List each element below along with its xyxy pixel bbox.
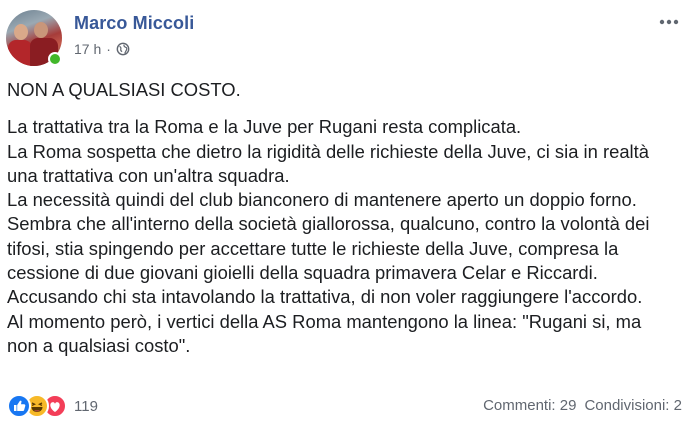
post-time[interactable]: 17 h: [74, 41, 101, 57]
post-line: Sembra che all'interno della società gia…: [7, 213, 650, 235]
post-line: Al momento però, i vertici della AS Roma…: [7, 310, 642, 332]
post-line: Accusando chi sta intavolando la trattat…: [7, 286, 643, 308]
meta-separator: ·: [106, 41, 111, 57]
post-headline: NON A QUALSIASI COSTO.: [7, 79, 241, 100]
post-line: La Roma sospetta che dietro la rigidità …: [7, 140, 649, 162]
more-options-icon[interactable]: [658, 14, 680, 30]
post-line: una trattativa con un'altra squadra.: [7, 164, 290, 186]
author-name[interactable]: Marco Miccoli: [74, 13, 194, 34]
globe-icon[interactable]: [116, 42, 130, 56]
shares-link[interactable]: Condivisioni: 2: [584, 397, 682, 414]
post-line: La necessità quindi del club bianconero …: [7, 189, 637, 211]
post-line: non a qualsiasi costo".: [7, 334, 191, 356]
online-status-icon: [48, 52, 62, 66]
post-line: La trattativa tra la Roma e la Juve per …: [7, 116, 522, 138]
post-line: tifosi, stia spingendo per accettare tut…: [7, 237, 619, 259]
post-line: cessione di due giovani gioielli della s…: [7, 262, 598, 284]
reactions-summary[interactable]: 119: [7, 393, 98, 419]
like-icon: [7, 394, 31, 418]
reaction-count: 119: [74, 397, 98, 415]
post-footer: 119 Commenti: 29 Condivisioni: 2: [7, 393, 682, 421]
post-header: Marco Miccoli 17 h ·: [6, 10, 686, 66]
comments-link[interactable]: Commenti: 29: [483, 397, 576, 414]
post-body: NON A QUALSIASI COSTO. La trattativa tra…: [7, 78, 685, 358]
post-stats: Commenti: 29 Condivisioni: 2: [483, 397, 682, 414]
facebook-post: Marco Miccoli 17 h · NON A QUALSIASI COS…: [0, 0, 689, 423]
post-meta: 17 h ·: [74, 41, 130, 57]
